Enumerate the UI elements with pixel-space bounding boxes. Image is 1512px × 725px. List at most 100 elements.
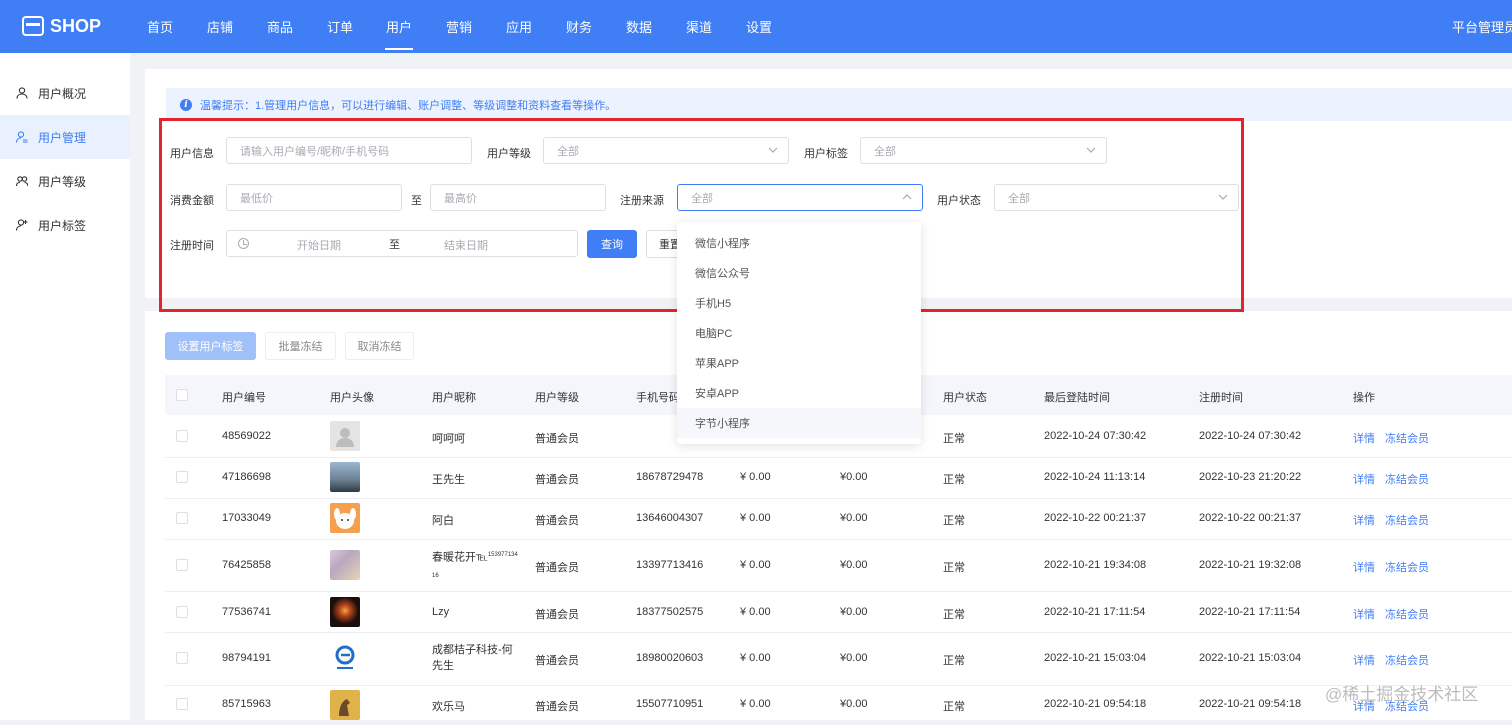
row-divider [165,539,1512,540]
source-option[interactable]: 手机H5 [677,288,921,318]
source-option[interactable]: 字节小程序 [677,408,921,438]
row-divider [165,457,1512,458]
freeze-link[interactable]: 冻结会员 [1385,471,1429,487]
user-nick: 成都桔子科技-何 先生 [432,642,532,674]
sidebar-item-levels[interactable]: 用户等级 [0,159,130,203]
col-id: 用户编号 [222,392,266,404]
reg-time: 2022-10-24 07:30:42 [1199,430,1302,442]
user-nick-line2: 16 [432,572,439,579]
top-navbar: SHOP 首页 店铺 商品 订单 用户 营销 应用 财务 数据 渠道 设置 平台… [0,0,1512,53]
row-checkbox[interactable] [176,512,188,524]
unfreeze-button[interactable]: 取消冻结 [345,332,414,360]
select-all-checkbox[interactable] [176,389,188,401]
sidebar-item-manage[interactable]: 用户管理 [0,115,130,159]
row-checkbox[interactable] [176,606,188,618]
source-option[interactable]: 微信小程序 [677,228,921,258]
nav-item-home[interactable]: 首页 [147,17,173,36]
source-option[interactable]: 苹果APP [677,348,921,378]
reg-time: 2022-10-21 09:54:18 [1199,698,1302,710]
user-icon [16,87,28,99]
user-spent: ¥0.00 [840,698,868,710]
reg-time: 2022-10-21 15:03:04 [1199,652,1302,664]
admin-user-menu[interactable]: 平台管理员 [1452,17,1512,36]
user-spent: ¥0.00 [840,512,868,524]
freeze-link[interactable]: 冻结会员 [1385,430,1429,446]
avatar [330,690,360,720]
tip-banner: i 温馨提示：1.管理用户信息，可以进行编辑、账户调整、等级调整和资料查看等操作… [166,88,1512,121]
detail-link[interactable]: 详情 [1353,512,1375,528]
user-balance: ¥ 0.00 [740,471,771,483]
user-nick: 呵呵呵 [432,433,465,445]
sidebar-item-overview[interactable]: 用户概况 [0,71,130,115]
source-option[interactable]: 微信公众号 [677,258,921,288]
nav-item-marketing[interactable]: 营销 [446,17,472,36]
user-balance: ¥ 0.00 [740,559,771,571]
set-tag-button[interactable]: 设置用户标签 [165,332,256,360]
sidebar-item-tags[interactable]: 用户标签 [0,203,130,247]
user-level: 普通会员 [535,515,579,527]
row-checkbox[interactable] [176,559,188,571]
brand-logo[interactable]: SHOP [22,13,101,39]
source-option[interactable]: 电脑PC [677,318,921,348]
detail-link[interactable]: 详情 [1353,471,1375,487]
freeze-link[interactable]: 冻结会员 [1385,606,1429,622]
detail-link[interactable]: 详情 [1353,559,1375,575]
batch-freeze-button[interactable]: 批量冻结 [265,332,336,360]
nav-item-users[interactable]: 用户 [384,17,414,50]
row-checkbox[interactable] [176,471,188,483]
sidebar-item-label: 用户标签 [38,218,87,233]
user-spent: ¥0.00 [840,471,868,483]
nav-item-data[interactable]: 数据 [626,17,652,36]
user-nick: 阿白 [432,515,454,527]
tip-text: 温馨提示：1.管理用户信息，可以进行编辑、账户调整、等级调整和资料查看等操作。 [200,99,617,112]
nav-item-goods[interactable]: 商品 [267,17,293,36]
col-ops: 操作 [1353,392,1375,404]
sidebar-item-label: 用户等级 [38,174,87,189]
reg-time: 2022-10-23 21:20:22 [1199,471,1302,483]
user-manage-icon [16,131,28,143]
nav-item-apps[interactable]: 应用 [506,17,532,36]
avatar [330,421,360,451]
user-phone: 18980020603 [636,652,704,664]
avatar [330,503,360,533]
detail-link[interactable]: 详情 [1353,652,1375,668]
source-option[interactable]: 安卓APP [677,378,921,408]
row-checkbox[interactable] [176,698,188,710]
row-divider [165,591,1512,592]
user-nick: 王先生 [432,474,465,486]
sidebar-item-label: 用户管理 [38,130,87,145]
freeze-link[interactable]: 冻结会员 [1385,512,1429,528]
reg-time: 2022-10-21 17:11:54 [1199,606,1301,618]
nav-item-channels[interactable]: 渠道 [686,17,712,36]
user-status: 正常 [943,515,965,527]
freeze-link[interactable]: 冻结会员 [1385,559,1429,575]
col-nick: 用户昵称 [432,392,476,404]
user-phone: 18377502575 [636,606,704,618]
reg-time: 2022-10-21 19:32:08 [1199,559,1302,571]
user-spent: ¥0.00 [840,559,868,571]
row-checkbox[interactable] [176,430,188,442]
user-status: 正常 [943,701,965,713]
nav-item-finance[interactable]: 财务 [566,17,592,36]
nav-item-store[interactable]: 店铺 [207,17,233,36]
detail-link[interactable]: 详情 [1353,606,1375,622]
source-dropdown-menu: 微信小程序 微信公众号 手机H5 电脑PC 苹果APP 安卓APP 字节小程序 [677,222,921,444]
nav-item-settings[interactable]: 设置 [746,17,772,36]
user-id: 77536741 [222,606,271,618]
detail-link[interactable]: 详情 [1353,430,1375,446]
avatar [330,597,360,627]
user-spent: ¥0.00 [840,606,868,618]
last-login: 2022-10-24 07:30:42 [1044,430,1147,442]
last-login: 2022-10-21 19:34:08 [1044,559,1147,571]
row-divider [165,498,1512,499]
user-id: 85715963 [222,698,271,710]
col-level: 用户等级 [535,392,579,404]
shop-icon [22,16,44,36]
nav-item-orders[interactable]: 订单 [327,17,353,36]
freeze-link[interactable]: 冻结会员 [1385,652,1429,668]
user-id: 47186698 [222,471,271,483]
col-phone: 手机号码 [636,392,680,404]
row-divider [165,632,1512,633]
row-checkbox[interactable] [176,652,188,664]
user-level: 普通会员 [535,474,579,486]
